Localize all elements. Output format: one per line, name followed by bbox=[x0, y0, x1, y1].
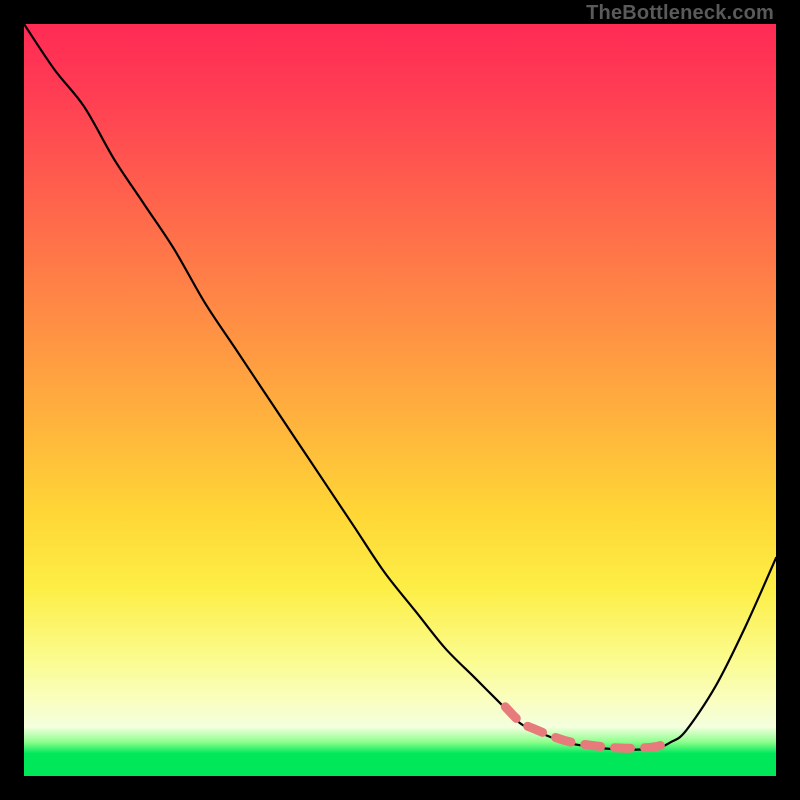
optimal-zone-dashes bbox=[505, 707, 670, 748]
chart-svg bbox=[24, 24, 776, 776]
watermark-text: TheBottleneck.com bbox=[586, 2, 774, 25]
bottleneck-curve bbox=[24, 24, 776, 750]
chart-frame bbox=[24, 24, 776, 776]
